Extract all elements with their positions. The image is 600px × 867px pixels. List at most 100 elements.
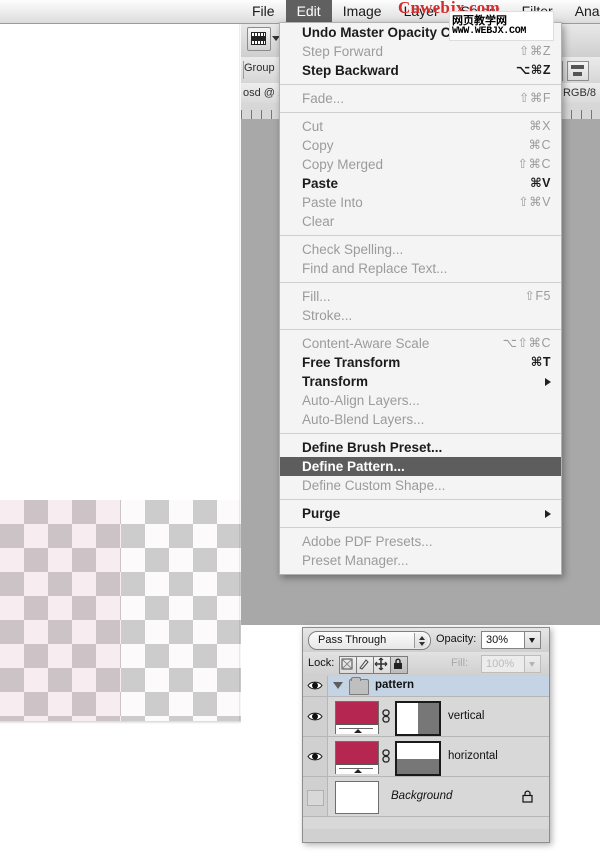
swatch-white-upper [121,119,241,241]
menu-item-label: Fill... [302,289,331,304]
menu-separator [280,433,561,434]
mask-half-white [397,743,439,759]
menu-item-label: Define Brush Preset... [302,440,443,455]
menu-image[interactable]: Image [332,0,393,23]
link-icon[interactable] [382,709,390,723]
menu-item-fill: Fill... ⇧F5 [280,287,561,306]
menu-item-auto-align-layers: Auto-Align Layers... [280,391,561,410]
menu-item-label: Auto-Align Layers... [302,393,420,408]
menu-edit[interactable]: Edit [285,0,332,23]
layer-thumbnail [335,781,379,814]
menu-item-clear: Clear [280,212,561,231]
link-icon[interactable] [382,749,390,763]
blend-mode-select[interactable]: Pass Through [308,631,431,650]
opacity-input[interactable]: 30% [481,631,525,649]
menu-item-check-spelling: Check Spelling... [280,240,561,259]
menu-item-label: Define Custom Shape... [302,478,446,493]
menu-item-auto-blend-layers: Auto-Blend Layers... [280,410,561,429]
menu-item-step-forward: Step Forward ⇧⌘Z [280,42,561,61]
visibility-toggle[interactable] [303,697,328,736]
layer-group-name: pattern [375,679,414,691]
blend-mode-stepper[interactable] [414,633,428,648]
menu-item-free-transform[interactable]: Free Transform ⌘T [280,353,561,372]
opacity-label: Opacity: [436,633,477,645]
canvas-bottom-shadow [0,721,241,724]
menu-item-label: Purge [302,506,341,521]
layer-list[interactable]: pattern vertical horizontal Background [303,676,549,841]
layer-row[interactable]: Background [303,777,549,817]
lock-transparent-pixels-button[interactable] [339,656,357,674]
menu-analysis[interactable]: Analysis [564,0,600,23]
layer-row[interactable]: horizontal [303,737,549,777]
group-label: Group [244,62,275,74]
menu-item-fade: Fade... ⇧⌘F [280,89,561,108]
menu-separator [280,329,561,330]
lock-row: Lock: Fill: 100% [303,652,549,677]
layer-name: vertical [448,709,485,722]
menu-item-label: Check Spelling... [302,242,404,257]
opacity-value: 30% [486,634,509,646]
visibility-toggle[interactable] [303,737,328,776]
menu-item-label: Free Transform [302,355,401,370]
submenu-arrow-icon [545,378,551,386]
layer-name: Background [391,789,453,802]
menu-item-step-backward[interactable]: Step Backward ⌥⌘Z [280,61,561,80]
fill-input[interactable]: 100% [481,655,525,673]
menu-separator [280,84,561,85]
menu-item-shortcut: ⌘X [529,119,551,133]
menu-item-find-and-replace-text: Find and Replace Text... [280,259,561,278]
menu-item-paste[interactable]: Paste ⌘V [280,174,561,193]
edit-dropdown-menu[interactable]: Undo Master Opacity Change⌘ZStep Forward… [279,22,562,575]
lock-image-pixels-button[interactable] [356,656,374,674]
eye-icon-hidden[interactable] [307,789,324,806]
lock-position-button[interactable] [373,656,391,674]
menu-item-shortcut: ⇧⌘F [518,91,551,105]
layer-mask-thumbnail[interactable] [395,701,441,736]
menu-item-shortcut: ⌥⇧⌘C [502,336,551,350]
visibility-toggle[interactable] [303,676,328,696]
align-middle-button[interactable] [567,61,589,81]
visibility-toggle[interactable] [303,777,328,816]
swatch-pink-mid-left [0,241,121,361]
checkerboard-plain [121,500,241,721]
menu-label: File [252,3,275,19]
fill-value: 100% [486,658,515,670]
menu-item-label: Auto-Blend Layers... [302,412,425,427]
mask-half-white [397,703,418,734]
menu-item-shortcut: ⇧⌘C [517,157,551,171]
fill-dropdown-icon[interactable] [524,655,541,673]
lock-all-button[interactable] [390,656,408,674]
submenu-arrow-icon [545,510,551,518]
menu-item-label: Cut [302,119,324,134]
menu-item-copy-merged: Copy Merged ⇧⌘C [280,155,561,174]
marquee-tool-icon[interactable] [247,27,271,51]
menu-label: Edit [296,3,321,19]
layer-name: horizontal [448,749,498,762]
menu-item-label: Define Pattern... [302,459,405,474]
disclosure-triangle-icon[interactable] [333,682,343,689]
menu-file[interactable]: File [241,0,286,23]
menu-item-define-pattern[interactable]: Define Pattern... [280,457,561,476]
photoshop-screenshot: y, RGB/8 40 osd @ 100 Group FileEditImag… [0,0,600,867]
menu-bottom-padding [280,570,561,574]
layer-thumbnail [335,741,379,774]
menu-item-content-aware-scale: Content-Aware Scale ⌥⇧⌘C [280,334,561,353]
menu-item-label: Preset Manager... [302,553,409,568]
eye-icon[interactable] [307,751,323,762]
menu-item-define-brush-preset[interactable]: Define Brush Preset... [280,438,561,457]
menu-item-define-custom-shape: Define Custom Shape... [280,476,561,495]
layer-row[interactable]: vertical [303,697,549,737]
menu-item-transform[interactable]: Transform [280,372,561,391]
menu-item-label: Step Forward [302,44,384,59]
layer-group-row[interactable]: pattern [303,676,549,697]
document-canvas[interactable] [0,0,241,867]
lock-label: Lock: [308,657,335,669]
eye-icon[interactable] [307,680,323,691]
menu-item-purge[interactable]: Purge [280,504,561,523]
layers-panel[interactable]: Pass Through Opacity: 30% Lock: Fill: 10… [302,627,550,843]
eye-icon[interactable] [307,711,323,722]
opacity-dropdown-icon[interactable] [524,631,541,649]
menu-item-shortcut: ⇧⌘Z [518,44,551,58]
layer-mask-thumbnail[interactable] [395,741,441,776]
menu-item-label: Paste Into [302,195,363,210]
